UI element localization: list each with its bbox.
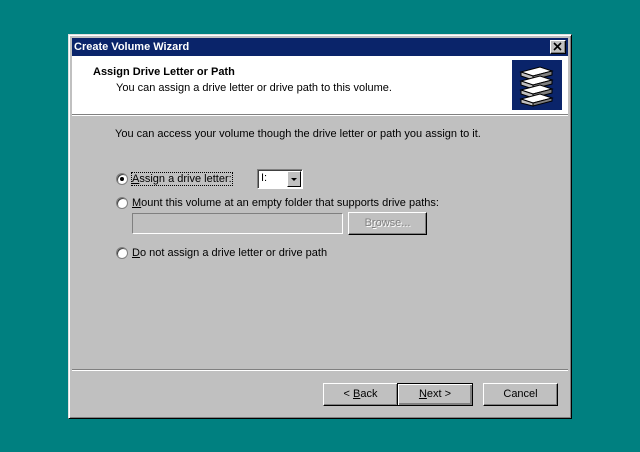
footer-divider-highlight (72, 370, 568, 371)
assign-letter-option[interactable]: Assign a drive letter: (116, 172, 233, 186)
mount-folder-label[interactable]: Mount this volume at an empty folder tha… (132, 197, 439, 209)
chevron-down-icon (291, 177, 297, 181)
close-icon (553, 42, 562, 51)
next-button[interactable]: Next > (397, 383, 473, 406)
no-assign-label[interactable]: Do not assign a drive letter or drive pa… (132, 247, 327, 259)
drive-letter-value: I: (261, 172, 268, 184)
title-bar[interactable]: Create Volume Wizard (72, 38, 568, 56)
close-button[interactable] (550, 40, 566, 54)
disk-stack-icon (512, 60, 562, 110)
drive-letter-select[interactable]: I: (257, 169, 303, 189)
no-assign-option[interactable]: Do not assign a drive letter or drive pa… (116, 247, 327, 259)
create-volume-wizard-window: Create Volume Wizard Assign Drive Letter… (68, 34, 572, 419)
mount-folder-radio[interactable] (116, 197, 128, 209)
back-button[interactable]: < Back (323, 383, 398, 406)
mount-path-input[interactable] (132, 213, 343, 234)
window-title: Create Volume Wizard (74, 41, 190, 53)
page-subtitle: You can assign a drive letter or drive p… (116, 82, 392, 94)
drive-letter-dropdown-button[interactable] (287, 171, 301, 187)
assign-letter-radio[interactable] (116, 173, 128, 185)
intro-text: You can access your volume though the dr… (115, 128, 481, 140)
header-divider (72, 115, 568, 116)
cancel-button[interactable]: Cancel (483, 383, 558, 406)
browse-button[interactable]: Browse... (348, 212, 427, 235)
mount-folder-option[interactable]: Mount this volume at an empty folder tha… (116, 197, 439, 209)
no-assign-radio[interactable] (116, 247, 128, 259)
wizard-header: Assign Drive Letter or Path You can assi… (72, 56, 568, 115)
assign-letter-label[interactable]: Assign a drive letter: (131, 172, 233, 186)
page-title: Assign Drive Letter or Path (93, 66, 235, 78)
